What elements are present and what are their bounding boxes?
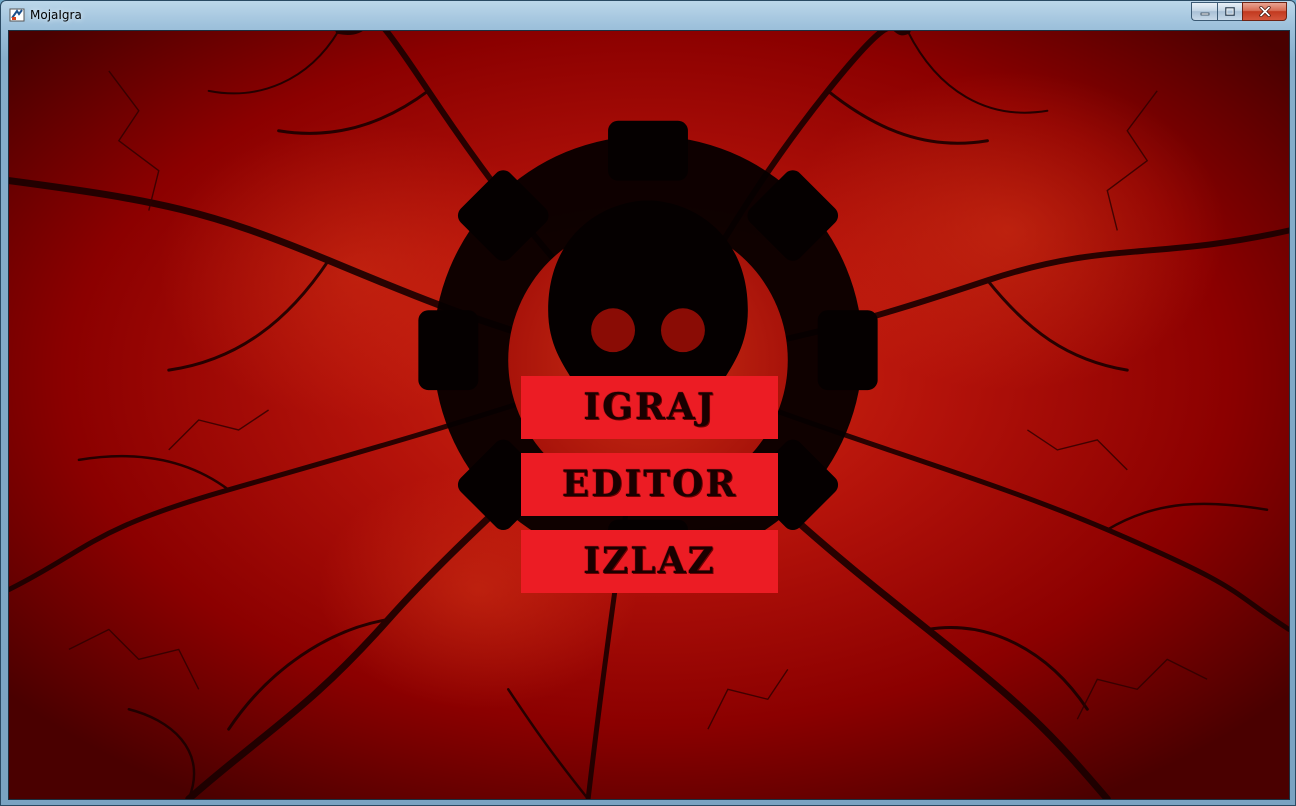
application-window: MojaIgra IGRAJ EDITOR IZLAZ bbox=[0, 0, 1296, 806]
game-canvas[interactable]: IGRAJ EDITOR IZLAZ bbox=[8, 30, 1290, 800]
close-button[interactable] bbox=[1242, 2, 1287, 21]
close-icon bbox=[1258, 6, 1271, 17]
play-button[interactable]: IGRAJ bbox=[521, 376, 778, 439]
maximize-button[interactable] bbox=[1217, 2, 1242, 21]
main-menu: IGRAJ EDITOR IZLAZ bbox=[521, 376, 778, 593]
title-bar[interactable]: MojaIgra bbox=[1, 1, 1295, 29]
java-app-icon[interactable] bbox=[9, 7, 25, 23]
minimize-icon bbox=[1200, 12, 1209, 15]
maximize-icon bbox=[1225, 7, 1235, 16]
window-title: MojaIgra bbox=[30, 8, 82, 22]
minimize-button[interactable] bbox=[1191, 2, 1217, 21]
editor-button[interactable]: EDITOR bbox=[521, 453, 778, 516]
exit-button[interactable]: IZLAZ bbox=[521, 530, 778, 593]
caption-buttons bbox=[1191, 2, 1287, 21]
